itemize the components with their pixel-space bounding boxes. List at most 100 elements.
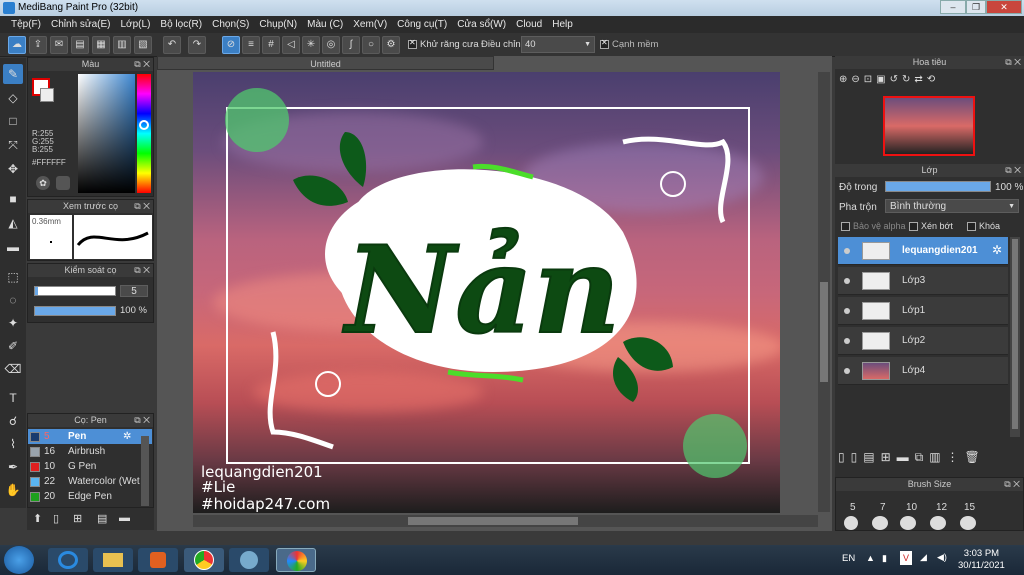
antialias-checkbox[interactable] bbox=[408, 38, 417, 49]
merge-icon[interactable]: ⧉ bbox=[915, 450, 924, 470]
swap-color-icon[interactable] bbox=[56, 176, 70, 190]
close-icon[interactable]: ⧉ ✕ bbox=[1005, 164, 1021, 177]
concentric-snap-icon[interactable]: ◎ bbox=[322, 36, 340, 54]
adjust-dropdown[interactable]: 40 ▼ bbox=[521, 36, 595, 53]
redo-icon[interactable]: ↷ bbox=[188, 36, 206, 54]
menu-help[interactable]: Help bbox=[547, 16, 578, 33]
brush-settings-icon[interactable]: ▤ bbox=[97, 512, 107, 525]
brush-size-dot[interactable] bbox=[900, 516, 916, 530]
alpha-protect-toggle[interactable]: Bảo vệ alpha bbox=[841, 221, 906, 232]
panel-icon[interactable]: ▥ bbox=[113, 36, 131, 54]
visibility-icon[interactable] bbox=[844, 248, 850, 254]
layer-row[interactable]: Lớp4 bbox=[838, 357, 1008, 385]
rect-tool-icon[interactable]: □ bbox=[3, 111, 23, 131]
reset-icon[interactable]: ⟲ bbox=[927, 74, 935, 92]
clipping-toggle[interactable]: Xén bớt bbox=[909, 221, 953, 232]
cloud-icon[interactable]: ☁ bbox=[8, 36, 26, 54]
folder-icon[interactable]: ▬ bbox=[119, 512, 130, 524]
layer-settings-icon[interactable]: ▤ bbox=[863, 450, 874, 470]
tray-arrow-icon[interactable]: ▲ bbox=[866, 553, 875, 563]
secondary-color-swatch[interactable] bbox=[40, 88, 54, 102]
fit-icon[interactable]: ⊡ bbox=[864, 74, 872, 92]
brush-item-gpen[interactable]: 10 G Pen bbox=[28, 459, 152, 474]
visibility-icon[interactable] bbox=[844, 338, 850, 344]
close-icon[interactable]: ⧉ ✕ bbox=[134, 200, 150, 213]
explorer-taskbar-icon[interactable] bbox=[93, 548, 133, 572]
menu-edit[interactable]: Chỉnh sửa(E) bbox=[46, 16, 116, 33]
folder-icon[interactable]: ▬ bbox=[897, 450, 909, 470]
soft-edge-checkbox[interactable] bbox=[600, 38, 609, 49]
brush-item-edge-pen[interactable]: 20 Edge Pen bbox=[28, 489, 152, 504]
brush-size-option[interactable]: 15 bbox=[964, 502, 975, 513]
rotate-left-icon[interactable]: ↺ bbox=[890, 74, 898, 92]
clock[interactable]: 3:03 PM 30/11/2021 bbox=[958, 548, 1005, 572]
zoom-out-icon[interactable]: ⊖ bbox=[851, 74, 859, 92]
undo-icon[interactable]: ↶ bbox=[163, 36, 181, 54]
document-canvas[interactable]: Nản lequangdien201 #Lie #hoidap247.com bbox=[193, 72, 780, 513]
snap-off-icon[interactable]: ⊘ bbox=[222, 36, 240, 54]
menu-view[interactable]: Xem(V) bbox=[348, 16, 392, 33]
eraser-tool-icon[interactable]: ◇ bbox=[3, 88, 23, 108]
brush-item-watercolor[interactable]: 22 Watercolor (Wet bbox=[28, 474, 152, 489]
layer-row[interactable]: Lớp1 bbox=[838, 297, 1008, 325]
saturation-value-picker[interactable] bbox=[78, 74, 135, 193]
zoom-in-icon[interactable]: ⊕ bbox=[839, 74, 847, 92]
antialias-toggle[interactable]: Khử răng cưa bbox=[408, 38, 479, 50]
ie-taskbar-icon[interactable] bbox=[48, 548, 88, 572]
gear-icon[interactable]: ✲ bbox=[123, 429, 131, 444]
eyedropper-icon[interactable]: ⌇ bbox=[3, 434, 23, 454]
hue-handle[interactable] bbox=[139, 120, 149, 130]
brush-size-value[interactable]: 5 bbox=[120, 285, 148, 297]
menu-cloud[interactable]: Cloud bbox=[511, 16, 547, 33]
brush-size-dot[interactable] bbox=[844, 516, 858, 530]
alpha-protect-checkbox[interactable] bbox=[841, 222, 850, 232]
lock-checkbox[interactable] bbox=[967, 222, 976, 232]
close-icon[interactable]: ⧉ ✕ bbox=[1004, 478, 1020, 491]
blend-mode-dropdown[interactable]: Bình thường ▼ bbox=[885, 199, 1019, 213]
brush-tool-icon[interactable]: ✎ bbox=[3, 64, 23, 84]
brush-size-option[interactable]: 5 bbox=[850, 502, 856, 513]
doc-icon[interactable]: ▤ bbox=[71, 36, 89, 54]
layer-row[interactable]: lequangdien201 ✲ bbox=[838, 237, 1008, 265]
horizontal-scrollbar[interactable] bbox=[193, 515, 818, 527]
add-brush-icon[interactable]: ⊞ bbox=[73, 512, 82, 525]
volume-icon[interactable]: ◀) bbox=[937, 552, 947, 563]
menu-file[interactable]: Tệp(F) bbox=[6, 16, 46, 33]
blend-tool-icon[interactable]: ⤧ bbox=[3, 135, 23, 155]
chrome-taskbar-icon[interactable] bbox=[184, 548, 224, 572]
brush-size-dot[interactable] bbox=[930, 516, 946, 530]
close-button[interactable]: ✕ bbox=[986, 0, 1022, 14]
medibang-taskbar-icon[interactable] bbox=[276, 548, 316, 572]
select-pen-icon[interactable]: ✐ bbox=[3, 336, 23, 356]
rotate-right-icon[interactable]: ↻ bbox=[902, 74, 910, 92]
fill-rect-icon[interactable]: ■ bbox=[3, 189, 23, 209]
close-icon[interactable]: ⧉ ✕ bbox=[134, 414, 150, 427]
lock-toggle[interactable]: Khóa bbox=[967, 221, 1000, 232]
close-icon[interactable]: ⧉ ✕ bbox=[134, 264, 150, 277]
trash-icon[interactable]: 🗑 bbox=[965, 450, 980, 470]
document-tab[interactable]: Untitled bbox=[157, 56, 494, 70]
new-layer-icon[interactable]: ▯ bbox=[838, 450, 845, 470]
visibility-icon[interactable] bbox=[844, 278, 850, 284]
layer-row[interactable]: Lớp2 bbox=[838, 327, 1008, 355]
palette-icon[interactable]: ✿ bbox=[36, 176, 50, 190]
brush-item-airbrush[interactable]: 16 Airbrush bbox=[28, 444, 152, 459]
panel2-icon[interactable]: ▧ bbox=[134, 36, 152, 54]
layer-row[interactable]: Lớp3 bbox=[838, 267, 1008, 295]
menu-window[interactable]: Cửa sổ(W) bbox=[452, 16, 511, 33]
brush-list-scrollbar[interactable] bbox=[141, 436, 149, 506]
share-icon[interactable]: ⇪ bbox=[29, 36, 47, 54]
action-center-icon[interactable]: ◢ bbox=[920, 552, 927, 563]
brush-opacity-slider[interactable] bbox=[34, 306, 116, 316]
brush-size-dot[interactable] bbox=[960, 516, 976, 530]
close-icon[interactable]: ⧉ ✕ bbox=[1005, 56, 1021, 69]
comment-icon[interactable]: ✉ bbox=[50, 36, 68, 54]
radial-snap-icon[interactable]: ✳ bbox=[302, 36, 320, 54]
curve-snap-icon[interactable]: ∫ bbox=[342, 36, 360, 54]
menu-layer[interactable]: Lớp(L) bbox=[116, 16, 156, 33]
menu-capture[interactable]: Chụp(N) bbox=[254, 16, 302, 33]
flip-icon[interactable]: ⇄ bbox=[914, 74, 922, 92]
settings-icon[interactable]: ⚙ bbox=[382, 36, 400, 54]
vertical-scrollbar[interactable] bbox=[818, 72, 830, 512]
navigator-thumbnail[interactable] bbox=[883, 96, 975, 156]
